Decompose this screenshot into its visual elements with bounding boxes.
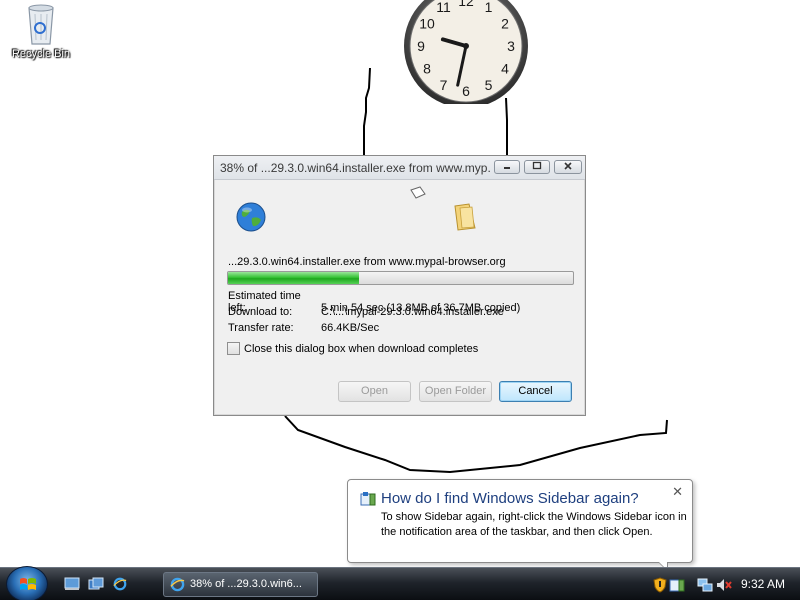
clock-number-10: 10 xyxy=(419,16,435,32)
sidebar-notification-balloon[interactable]: How do I find Windows Sidebar again? ✕ T… xyxy=(347,479,693,572)
switch-windows-icon[interactable] xyxy=(88,577,104,591)
notification-area: 9:32 AM xyxy=(645,568,800,600)
balloon-close-icon[interactable]: ✕ xyxy=(672,484,683,500)
open-button[interactable]: Open xyxy=(338,381,411,402)
maximize-button[interactable] xyxy=(524,160,550,174)
taskbar-download-button[interactable]: 38% of ...29.3.0.win6... xyxy=(163,572,318,597)
folder-icon xyxy=(454,203,476,231)
recycle-bin-label: Recycle Bin xyxy=(11,48,71,60)
close-when-complete-row[interactable]: Close this dialog box when download comp… xyxy=(227,342,478,355)
balloon-body: To show Sidebar again, right-click the W… xyxy=(381,511,687,538)
cancel-button[interactable]: Cancel xyxy=(499,381,572,402)
network-icon[interactable] xyxy=(697,577,713,593)
clock-number-5: 5 xyxy=(485,77,493,93)
taskbar-download-label: 38% of ...29.3.0.win6... xyxy=(190,578,302,590)
download-filename: ...29.3.0.win64.installer.exe from www.m… xyxy=(228,256,506,268)
taskbar: 38% of ...29.3.0.win6... 9:32 AM xyxy=(0,566,800,600)
clock-number-2: 2 xyxy=(501,16,509,32)
windows-logo-icon xyxy=(20,578,36,590)
security-shield-icon[interactable] xyxy=(653,577,667,593)
flying-paper-icon xyxy=(410,186,426,199)
download-to-row: Download to: C:\...\mypal-29.3.0.win64.in… xyxy=(228,306,504,318)
internet-explorer-icon[interactable] xyxy=(112,577,128,591)
taskbar-clock[interactable]: 9:32 AM xyxy=(741,577,785,591)
download-animation xyxy=(214,180,585,252)
close-button[interactable] xyxy=(554,160,582,174)
show-desktop-icon[interactable] xyxy=(64,577,80,591)
maximize-icon xyxy=(532,161,542,170)
clock-number-6: 6 xyxy=(462,83,470,99)
download-to-value: C:\...\mypal-29.3.0.win64.installer.exe xyxy=(321,306,504,318)
progress-fill xyxy=(228,272,360,284)
start-button[interactable] xyxy=(6,566,48,600)
dialog-titlebar[interactable]: 38% of ...29.3.0.win64.installer.exe fro… xyxy=(214,156,585,180)
windows-sidebar-tray-icon[interactable] xyxy=(669,577,685,593)
transfer-rate-label: Transfer rate: xyxy=(228,322,294,334)
download-dialog: 38% of ...29.3.0.win64.installer.exe fro… xyxy=(213,155,586,416)
transfer-rate-value: 66.4KB/Sec xyxy=(321,322,380,334)
volume-muted-icon[interactable] xyxy=(715,577,733,593)
sidebar-icon xyxy=(360,492,376,506)
internet-explorer-task-icon xyxy=(170,577,185,592)
globe-icon xyxy=(236,202,266,232)
recycle-bin-desktop-icon[interactable]: Recycle Bin xyxy=(6,2,76,60)
open-folder-button[interactable]: Open Folder xyxy=(419,381,492,402)
download-to-label: Download to: xyxy=(228,306,293,318)
close-when-complete-label: Close this dialog box when download comp… xyxy=(244,342,479,355)
clock-gadget[interactable]: 12 1 2 3 4 5 6 7 8 9 10 11 xyxy=(402,0,530,108)
transfer-rate-row: Transfer rate: 66.4KB/Sec xyxy=(228,322,379,334)
clock-number-12: 12 xyxy=(458,0,474,9)
recycle-bin-icon xyxy=(28,4,54,45)
dialog-title: 38% of ...29.3.0.win64.installer.exe fro… xyxy=(220,161,490,175)
clock-number-4: 4 xyxy=(501,61,509,77)
clock-number-3: 3 xyxy=(507,38,515,54)
balloon-title: How do I find Windows Sidebar again? xyxy=(381,490,639,507)
clock-number-1: 1 xyxy=(485,0,493,15)
download-progress-bar xyxy=(227,271,574,285)
clock-number-11: 11 xyxy=(436,0,451,15)
close-icon xyxy=(564,162,572,170)
clock-number-9: 9 xyxy=(417,38,425,54)
close-when-complete-checkbox[interactable] xyxy=(227,342,240,355)
minimize-icon xyxy=(504,167,510,169)
minimize-button[interactable] xyxy=(494,160,520,174)
analog-clock-face: 12 12 3 45678 9 1011 xyxy=(404,0,528,108)
clock-number-8: 8 xyxy=(423,61,431,77)
clock-number-7: 7 xyxy=(440,77,448,93)
